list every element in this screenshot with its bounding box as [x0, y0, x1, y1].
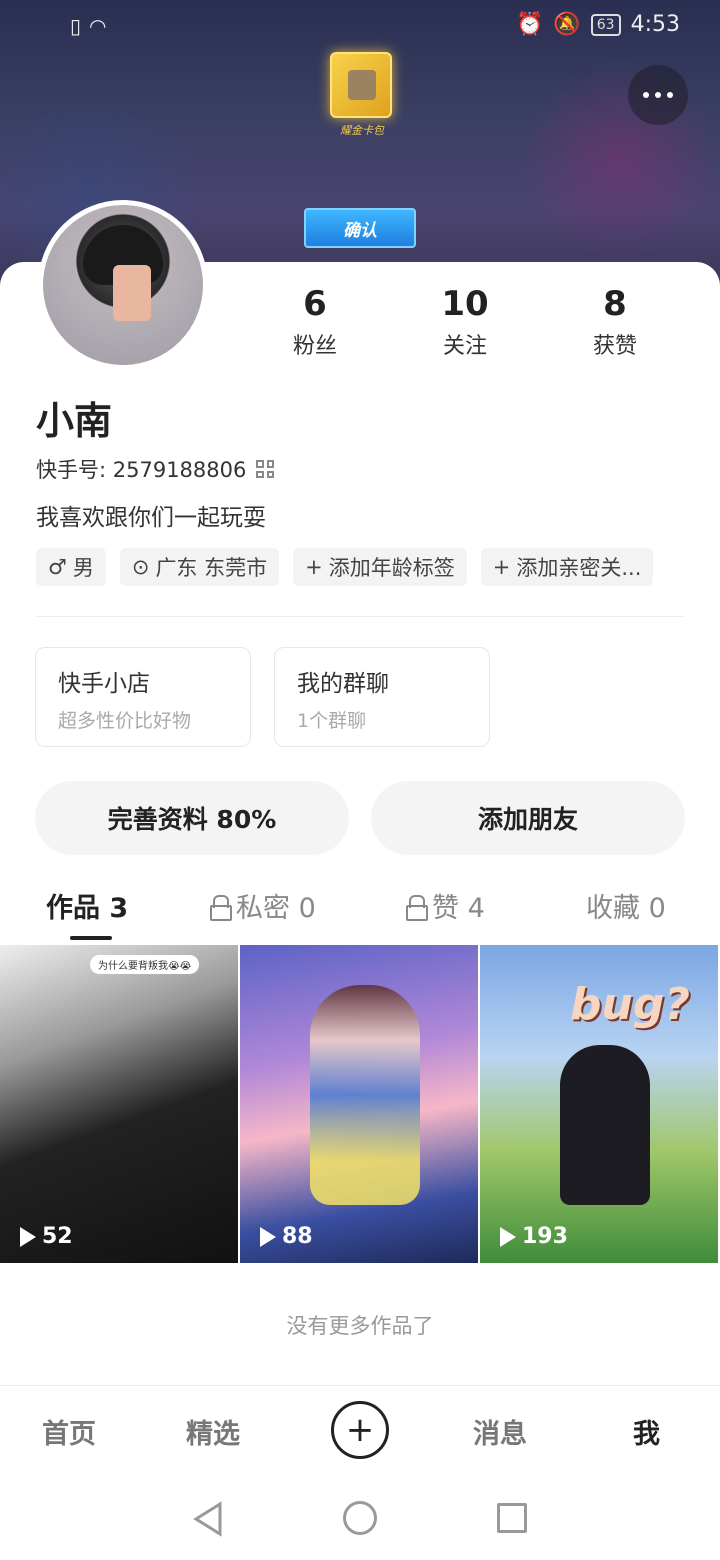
tab-works[interactable]: 作品 3: [46, 886, 128, 925]
profile-panel: 6 粉丝 10 关注 8 获赞 小南 快手号: 2579188806 我喜欢跟你…: [0, 262, 720, 1560]
nav-me[interactable]: 我: [633, 1412, 660, 1451]
battery-indicator: 63: [590, 13, 621, 36]
recent-apps-icon[interactable]: [497, 1503, 527, 1533]
back-icon[interactable]: [192, 1501, 224, 1537]
plus-icon: +: [345, 1410, 375, 1450]
profile-name: 小南: [36, 399, 113, 443]
stat-number: 10: [441, 284, 489, 324]
tab-liked[interactable]: 赞 4: [406, 886, 485, 925]
video-thumbnail[interactable]: bug? 193: [480, 945, 718, 1263]
tag-label: 添加年龄标签: [328, 556, 455, 580]
male-icon: ♂: [48, 555, 67, 579]
play-count: 52: [20, 1224, 73, 1249]
card-subtitle: 超多性价比好物: [58, 710, 192, 732]
video-grid: 为什么要背叛我😭😭 52 88 bug? 193: [0, 945, 720, 1263]
play-count: 88: [260, 1224, 313, 1249]
tab-private[interactable]: 私密 0: [210, 886, 316, 925]
complete-profile-button[interactable]: 完善资料 80%: [35, 781, 349, 855]
kuaishou-id[interactable]: 快手号: 2579188806: [36, 454, 275, 484]
clock: 4:53: [630, 12, 680, 37]
stat-label: 获赞: [592, 334, 637, 359]
no-more-works-text: 没有更多作品了: [286, 1314, 434, 1338]
more-options-button[interactable]: [628, 65, 688, 125]
stat-following[interactable]: 10 关注: [390, 284, 540, 360]
nav-messages[interactable]: 消息: [473, 1412, 527, 1451]
qr-code-icon[interactable]: [256, 460, 275, 478]
dot-icon: [667, 92, 673, 98]
mute-icon: 🔕: [553, 12, 581, 37]
home-icon[interactable]: [343, 1501, 377, 1535]
tag-label: 男: [72, 556, 94, 580]
tab-favorites[interactable]: 收藏 0: [586, 886, 666, 925]
kuaishou-shop-card[interactable]: 快手小店 超多性价比好物: [35, 647, 251, 747]
card-title: 快手小店: [58, 671, 150, 697]
stat-followers[interactable]: 6 粉丝: [240, 284, 390, 360]
banner-confirm-button: 确认: [304, 208, 416, 248]
add-friend-button[interactable]: 添加朋友: [371, 781, 685, 855]
tag-label: 添加亲密关...: [516, 556, 642, 580]
card-pack-icon: [330, 52, 392, 118]
play-icon: [500, 1226, 516, 1247]
bottom-navigation: 首页 精选 + 消息 我: [0, 1385, 720, 1477]
kuaishou-id-text: 快手号: 2579188806: [36, 458, 247, 482]
stat-number: 6: [303, 284, 327, 324]
tab-label: 收藏 0: [586, 893, 666, 924]
play-count-value: 88: [282, 1224, 313, 1249]
play-count-value: 52: [42, 1224, 73, 1249]
video-thumbnail[interactable]: 为什么要背叛我😭😭 52: [0, 945, 238, 1263]
stat-number: 8: [603, 284, 627, 324]
banner-glow: [520, 60, 720, 260]
profile-tags: ♂ 男 ⊙ 广东 东莞市 + 添加年龄标签 + 添加亲密关...: [36, 548, 653, 586]
character-artwork: [310, 985, 420, 1205]
plus-icon: +: [305, 555, 323, 579]
character-artwork: [560, 1045, 650, 1205]
tag-location[interactable]: ⊙ 广东 东莞市: [119, 548, 280, 586]
group-chat-card[interactable]: 我的群聊 1个群聊: [274, 647, 490, 747]
video-caption: bug?: [570, 979, 690, 1030]
tag-label: 广东 东莞市: [155, 556, 268, 580]
video-caption: 为什么要背叛我😭😭: [90, 955, 200, 974]
nav-home[interactable]: 首页: [42, 1412, 96, 1451]
tag-add-age[interactable]: + 添加年龄标签: [293, 548, 467, 586]
stat-label: 粉丝: [292, 334, 337, 359]
tab-label: 私密 0: [236, 893, 316, 924]
active-tab-indicator: [70, 936, 112, 940]
tag-gender[interactable]: ♂ 男: [36, 548, 106, 586]
dot-icon: [655, 92, 661, 98]
avatar[interactable]: [38, 200, 208, 370]
wifi-icon: ◠: [89, 14, 107, 38]
card-pack-label: 耀金卡包: [340, 124, 384, 137]
alarm-icon: ⏰: [515, 12, 544, 37]
create-post-button[interactable]: +: [331, 1401, 389, 1459]
stat-likes[interactable]: 8 获赞: [540, 284, 690, 360]
play-count: 193: [500, 1224, 568, 1249]
video-thumbnail[interactable]: 88: [240, 945, 478, 1263]
sim-alert-icon: ▯: [70, 14, 82, 38]
divider: [36, 616, 684, 617]
plus-icon: +: [492, 555, 511, 579]
card-title: 我的群聊: [297, 671, 389, 697]
card-subtitle: 1个群聊: [297, 710, 367, 732]
stat-label: 关注: [442, 334, 487, 359]
profile-stats: 6 粉丝 10 关注 8 获赞: [240, 284, 700, 360]
tag-add-relation[interactable]: + 添加亲密关...: [480, 548, 653, 586]
tab-label: 赞 4: [432, 893, 485, 924]
profile-bio: 我喜欢跟你们一起玩耍: [36, 505, 266, 531]
play-icon: [260, 1226, 276, 1247]
content-tabs: 作品 3 私密 0 赞 4 收藏 0: [0, 886, 720, 946]
status-bar: ▯ ◠ ⏰ 🔕 63 4:53: [0, 0, 720, 56]
play-count-value: 193: [522, 1224, 568, 1249]
system-navigation: [0, 1477, 720, 1560]
nav-featured[interactable]: 精选: [186, 1412, 240, 1451]
tab-label: 作品 3: [46, 893, 129, 924]
lock-icon: [210, 894, 232, 921]
play-icon: [20, 1226, 36, 1247]
dot-icon: [643, 92, 649, 98]
location-icon: ⊙: [131, 555, 150, 579]
lock-icon: [406, 894, 428, 921]
